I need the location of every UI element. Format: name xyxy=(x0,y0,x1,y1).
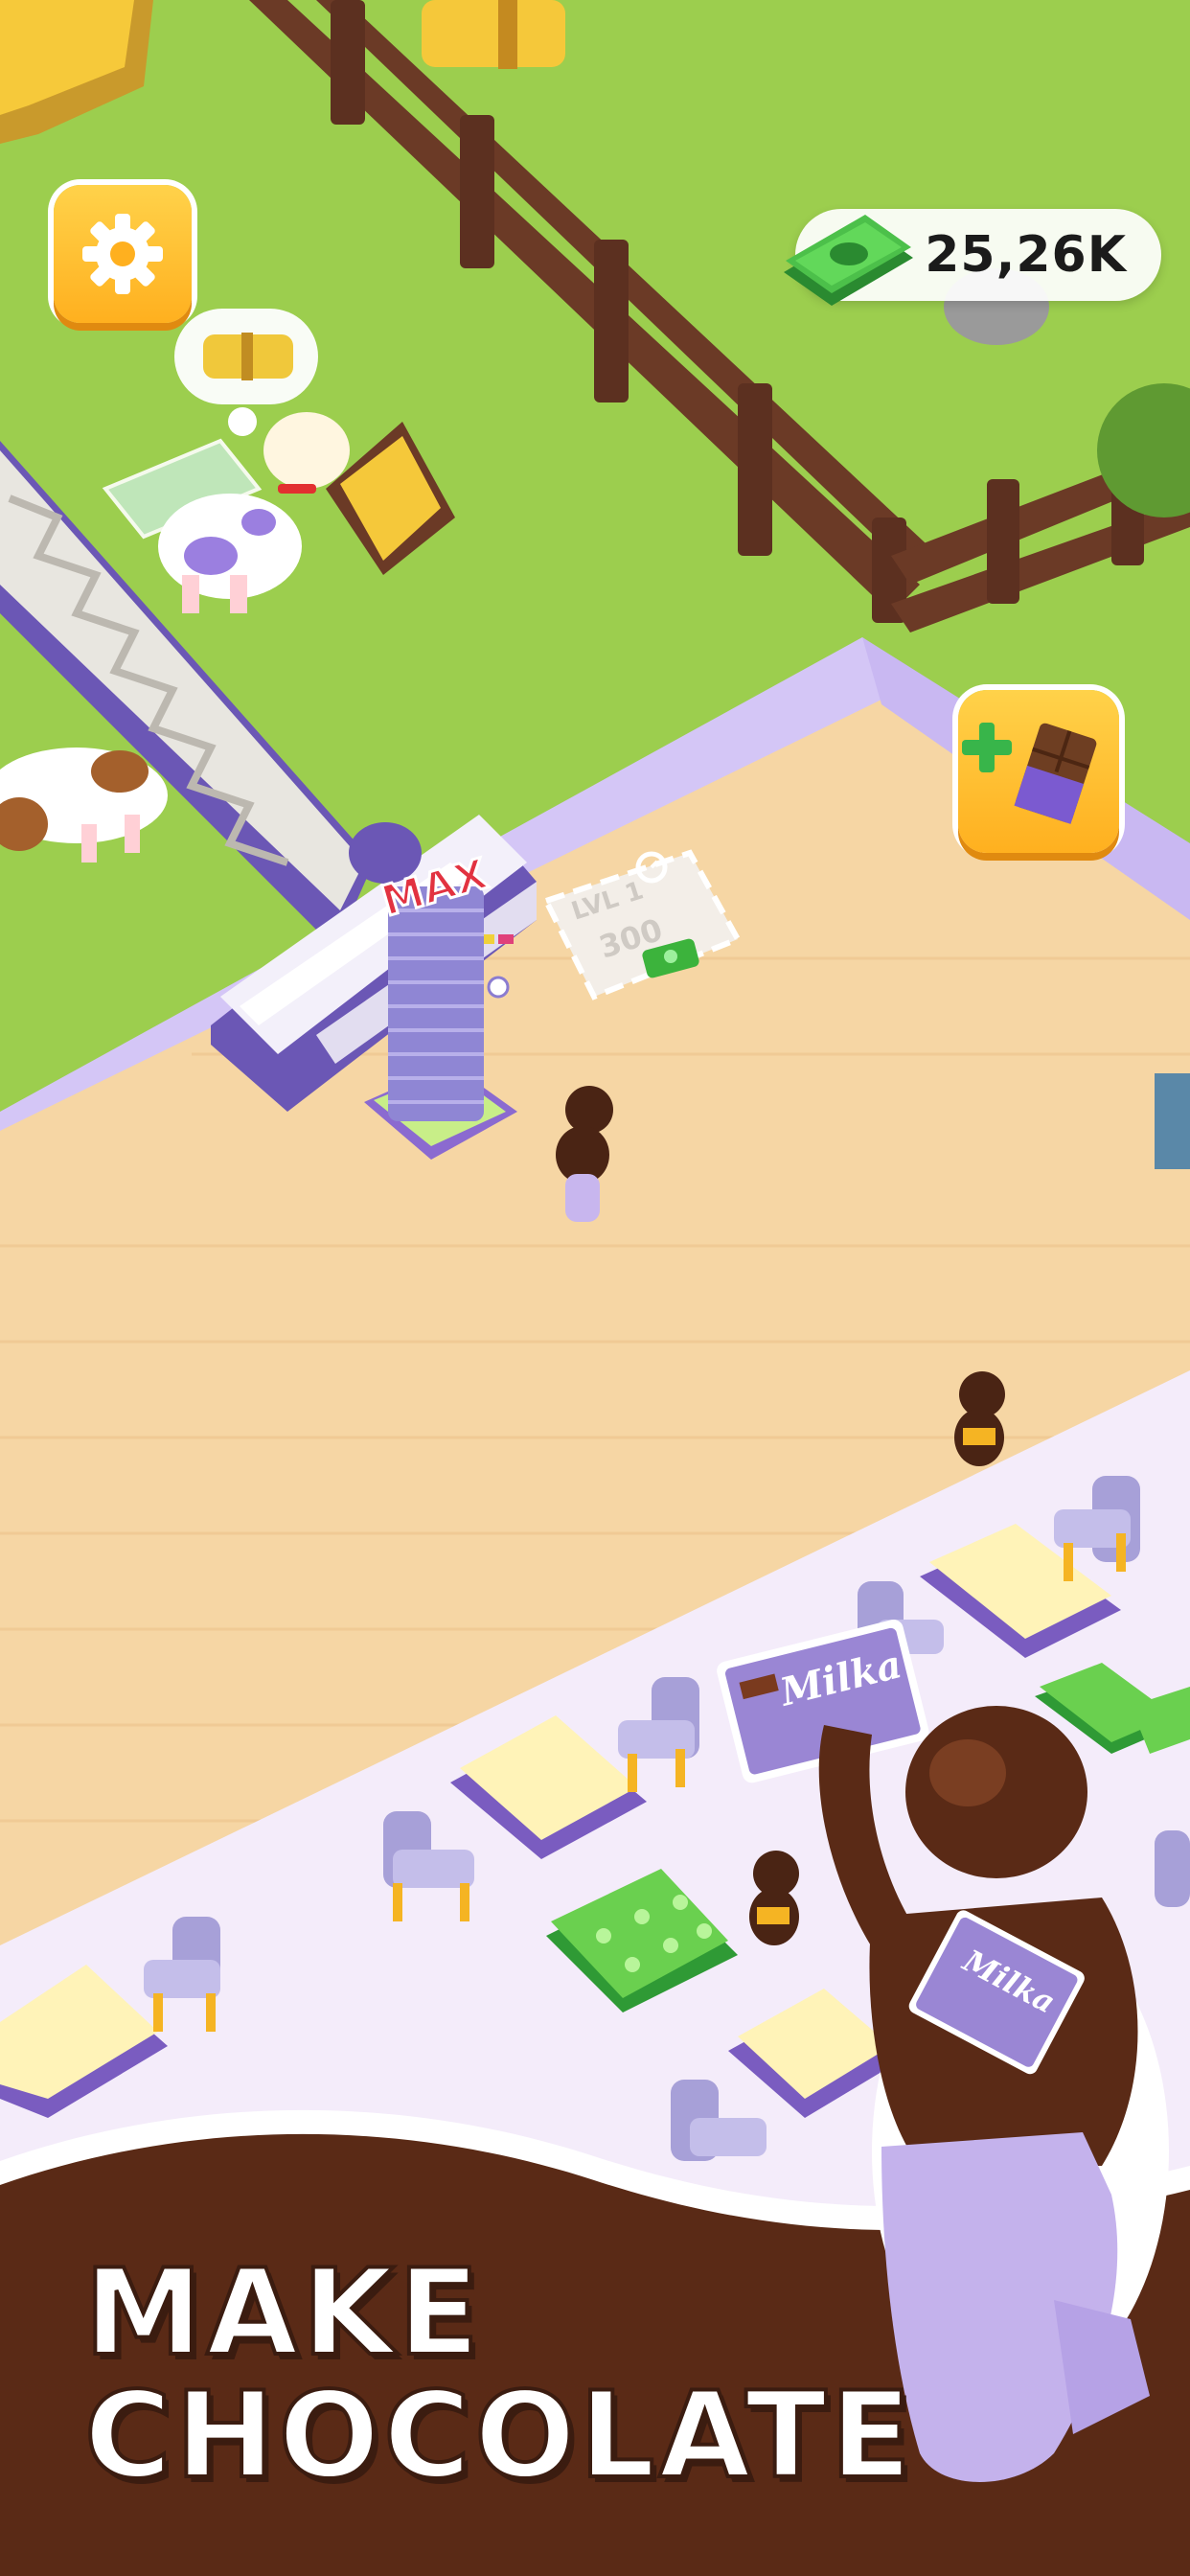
cow-thought-bubble xyxy=(174,309,318,404)
dining-chair xyxy=(1155,1830,1190,1907)
add-chocolate-button[interactable] xyxy=(958,690,1119,853)
add-chocolate-icon xyxy=(962,723,1097,824)
headline-line-2: CHOCOLATE xyxy=(82,2367,916,2505)
hay-icon xyxy=(203,333,293,380)
settings-button[interactable] xyxy=(54,185,192,323)
cash-stack-icon xyxy=(784,215,913,306)
chocolate-worker xyxy=(749,1851,799,1945)
game-scene: LVL 1 300 MAX Milka Milka xyxy=(0,0,1190,2576)
headline-line-1: MAKE xyxy=(82,2244,484,2382)
money-amount: 25,26K xyxy=(925,226,1127,284)
money-counter: 25,26K xyxy=(784,209,1161,306)
thought-dot xyxy=(228,407,257,436)
gear-icon xyxy=(82,214,163,294)
crate xyxy=(1155,1073,1190,1169)
hay-bale xyxy=(422,0,565,69)
chocolate-worker xyxy=(954,1371,1005,1466)
